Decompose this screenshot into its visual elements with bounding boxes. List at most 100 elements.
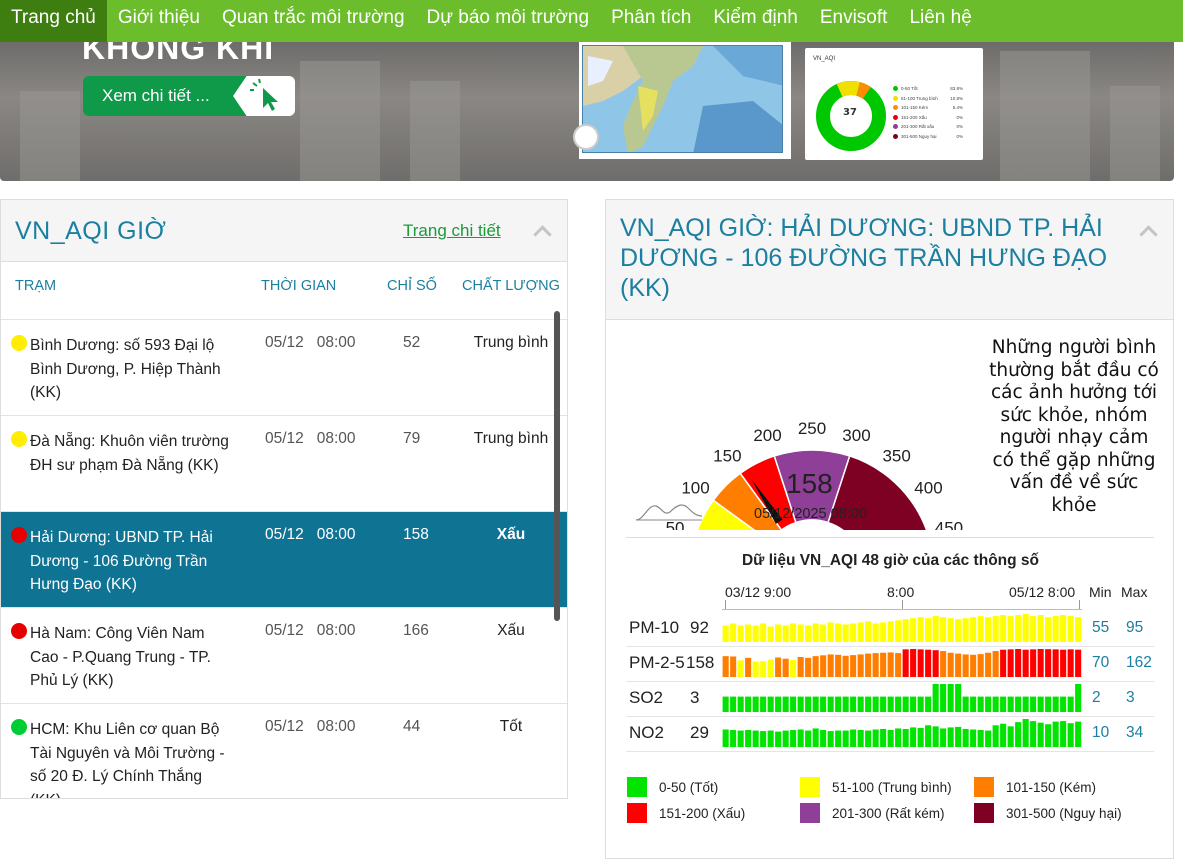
station-row[interactable]: Đà Nẵng: Khuôn viên trường ĐH sư phạm Đà… (1, 416, 567, 512)
param-bar (797, 624, 804, 642)
param-bar (857, 654, 864, 677)
gauge-value: 158 (786, 468, 833, 499)
param-bar (917, 727, 924, 747)
param-bar (737, 625, 744, 642)
param-bar (820, 624, 827, 642)
param-name: NO2 (629, 723, 664, 742)
param-bar (1045, 649, 1052, 677)
nav-item-2[interactable]: Quan trắc môi trường (211, 0, 416, 42)
param-bar (910, 618, 917, 642)
collapse-chevron-up-icon[interactable] (533, 225, 552, 244)
param-bar (925, 618, 932, 642)
station-name: Hà Nam: Công Viên Nam Cao - P.Quang Trun… (30, 625, 211, 689)
station-row[interactable]: Hải Dương: UBND TP. Hải Dương - 106 Đườn… (1, 512, 567, 608)
param-bar (895, 653, 902, 677)
status-dot (11, 335, 27, 351)
param-max[interactable]: 162 (1126, 654, 1152, 672)
param-bar (1022, 649, 1029, 677)
param-bar (992, 616, 999, 642)
legend-swatch (974, 803, 994, 823)
param-bar (752, 696, 759, 712)
view-details-label: Xem chi tiết ... (102, 86, 210, 105)
param-bar (985, 696, 992, 712)
param-max[interactable]: 34 (1126, 724, 1143, 742)
param-bar-series (722, 719, 1082, 747)
param-bar (865, 621, 872, 642)
row-hour: 08:00 (316, 622, 356, 639)
param-bar (1060, 649, 1067, 677)
param-bar (827, 731, 834, 747)
param-bar (902, 696, 909, 712)
param-min[interactable]: 70 (1092, 654, 1109, 672)
mini-legend-pct: 0% (956, 114, 963, 120)
param-bar (932, 616, 939, 642)
param-bar (865, 653, 872, 677)
param-bar (1030, 721, 1037, 747)
timeline-axis (722, 609, 1082, 610)
timeline-tick (725, 600, 726, 609)
param-bar (1000, 615, 1007, 642)
gauge-tick-label: 100 (681, 478, 709, 497)
param-bar (872, 729, 879, 747)
gauge-tick-label: 150 (713, 447, 741, 466)
param-bar (932, 726, 939, 747)
param-bar (1030, 649, 1037, 677)
view-details-button[interactable]: Xem chi tiết ... (83, 76, 295, 116)
station-name: Đà Nẵng: Khuôn viên trường ĐH sư phạm Đà… (30, 433, 229, 474)
param-bar (850, 729, 857, 747)
param-bar (730, 696, 737, 712)
param-bar (820, 655, 827, 677)
nav-item-4[interactable]: Phân tích (600, 0, 702, 42)
param-bar (1060, 615, 1067, 642)
hero-banner: KHÔNG KHÍ Xem chi tiết ... VN_AQI 37 0-5 (0, 42, 1174, 181)
forecast-map-thumbnail[interactable] (579, 42, 791, 159)
param-bar (1007, 616, 1014, 642)
col-index: CHỈ SỐ (387, 278, 437, 294)
param-bar (850, 655, 857, 677)
row-date: 05/12 (265, 334, 304, 351)
time-label-end: 05/12 8:00 (1009, 584, 1076, 600)
param-bar (760, 731, 767, 747)
nav-item-1[interactable]: Giới thiệu (107, 0, 211, 42)
aqi-legend-item: 301-500 (Nguy hại) (974, 803, 1122, 823)
nav-item-6[interactable]: Envisoft (809, 0, 899, 42)
param-min[interactable]: 10 (1092, 724, 1109, 742)
param-bar (737, 696, 744, 712)
param-bar (955, 726, 962, 747)
nav-item-3[interactable]: Dự báo môi trường (416, 0, 601, 42)
nav-item-7[interactable]: Liên hệ (898, 0, 982, 42)
collapse-chevron-up-icon[interactable] (1139, 225, 1158, 244)
panel-title: VN_AQI GIỜ (15, 217, 167, 245)
param-bar (797, 657, 804, 677)
col-station: TRẠM (15, 278, 57, 294)
param-bar (1052, 649, 1059, 677)
param-bar (835, 696, 842, 712)
param-max[interactable]: 95 (1126, 619, 1143, 637)
param-max[interactable]: 3 (1126, 689, 1135, 707)
aqi-summary-thumbnail[interactable]: VN_AQI 37 0-50 Tốt 83.8% 51-100 Trung bình… (805, 48, 983, 160)
param-value: 158 (686, 653, 715, 672)
nav-item-5[interactable]: Kiểm định (702, 0, 809, 42)
detail-page-link[interactable]: Trang chi tiết (403, 221, 501, 241)
param-bar (1030, 696, 1037, 712)
param-min[interactable]: 2 (1092, 689, 1101, 707)
param-bar (962, 654, 969, 677)
station-row[interactable]: HCM: Khu Liên cơ quan Bộ Tài Nguyên và M… (1, 704, 567, 798)
param-bar-series (722, 649, 1082, 677)
param-bar (895, 696, 902, 712)
param-bar (992, 651, 999, 677)
nav-item-0[interactable]: Trang chủ (0, 0, 107, 42)
mini-legend-item: 301-500 Nguy hại 0% (893, 134, 973, 139)
legend-swatch (627, 777, 647, 797)
param-min[interactable]: 55 (1092, 619, 1109, 637)
row-index: 79 (403, 430, 421, 447)
slider-dot[interactable] (573, 124, 599, 150)
param-bar (917, 696, 924, 712)
param-bar (790, 623, 797, 642)
list-scrollbar[interactable] (554, 311, 560, 621)
row-date: 05/12 (265, 622, 304, 639)
station-row[interactable]: Hà Nam: Công Viên Nam Cao - P.Quang Trun… (1, 608, 567, 704)
legend-swatch (800, 803, 820, 823)
mini-legend-pct: 83.8% (950, 86, 963, 91)
station-row[interactable]: Bình Dương: số 593 Đại lộ Bình Dương, P.… (1, 320, 567, 416)
